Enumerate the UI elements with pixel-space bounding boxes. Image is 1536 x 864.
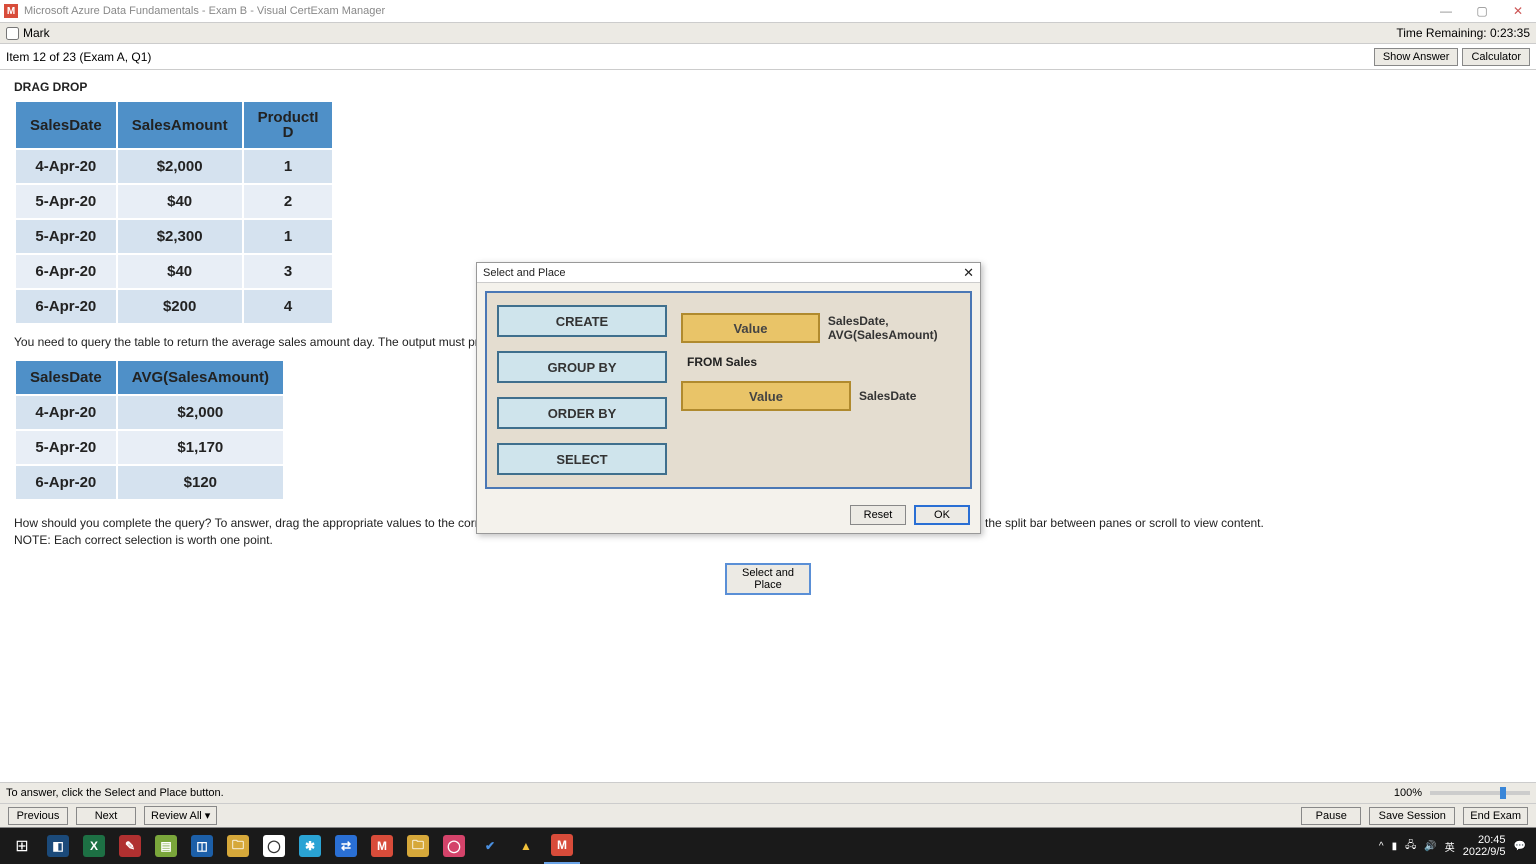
table-row: 5-Apr-20$2,3001 xyxy=(15,219,333,254)
time-remaining: Time Remaining: 0:23:35 xyxy=(1396,26,1530,40)
table-row: 4-Apr-20$2,000 xyxy=(15,395,284,430)
target-text-1: SalesDate, AVG(SalesAmount) xyxy=(828,314,969,342)
folder-icon[interactable]: 🗀 xyxy=(400,828,436,864)
app-icon-blue[interactable]: ◫ xyxy=(184,828,220,864)
hint-bar: To answer, click the Select and Place bu… xyxy=(0,782,1536,804)
target-column: Value SalesDate, AVG(SalesAmount) FROM S… xyxy=(681,305,969,475)
titlebar: M Microsoft Azure Data Fundamentals - Ex… xyxy=(0,0,1536,22)
app-icon-yellow[interactable]: ▲ xyxy=(508,828,544,864)
chrome-icon[interactable]: ◯ xyxy=(256,828,292,864)
system-tray: ^ ▮ 🖧 🔊 英 20:45 2022/9/5 💬 xyxy=(1379,834,1532,858)
drop-target-1[interactable]: Value xyxy=(681,313,820,343)
review-all-button[interactable]: Review All ▾ xyxy=(144,806,217,825)
source-create[interactable]: CREATE xyxy=(497,305,667,337)
next-button[interactable]: Next xyxy=(76,807,136,825)
battery-icon[interactable]: ▮ xyxy=(1392,841,1398,852)
start-icon[interactable]: ⊞ xyxy=(4,828,40,864)
col-productid: ProductID xyxy=(243,101,334,149)
tray-chevron-icon[interactable]: ^ xyxy=(1379,841,1384,852)
table-row: 5-Apr-20$1,170 xyxy=(15,430,284,465)
previous-button[interactable]: Previous xyxy=(8,807,68,825)
mark-bar: Mark Time Remaining: 0:23:35 xyxy=(0,22,1536,44)
notifications-icon[interactable]: 💬 xyxy=(1514,841,1526,852)
mark-label: Mark xyxy=(23,26,50,40)
app-icon: M xyxy=(4,4,18,18)
table-row: 6-Apr-20$2004 xyxy=(15,289,333,324)
excel-icon[interactable]: X xyxy=(76,828,112,864)
mark-checkbox[interactable] xyxy=(6,27,19,40)
sales-table: SalesDate SalesAmount ProductID 4-Apr-20… xyxy=(14,100,334,325)
table-row: 4-Apr-20$2,0001 xyxy=(15,149,333,184)
dialog-title: Select and Place xyxy=(483,267,566,279)
col-salesamount: SalesAmount xyxy=(117,101,243,149)
ime-indicator[interactable]: 英 xyxy=(1445,839,1455,854)
col-salesdate: SalesDate xyxy=(15,101,117,149)
drop-target-2[interactable]: Value xyxy=(681,381,851,411)
table-row: 6-Apr-20$403 xyxy=(15,254,333,289)
window-controls: — ▢ ✕ xyxy=(1428,4,1536,18)
reset-button[interactable]: Reset xyxy=(850,505,906,525)
vce-icon[interactable]: M xyxy=(364,828,400,864)
clock[interactable]: 20:45 2022/9/5 xyxy=(1463,834,1506,858)
notepad-icon[interactable]: ▤ xyxy=(148,828,184,864)
dialog-close-icon[interactable]: ✕ xyxy=(963,265,974,281)
taskbar: ⊞ ◧ X ✎ ▤ ◫ 🗀 ◯ ✱ ⇄ M 🗀 ◯ ✔ ▲ M ^ ▮ 🖧 🔊 … xyxy=(0,828,1536,864)
zoom-level: 100% xyxy=(1394,787,1422,799)
table-row: 5-Apr-20$402 xyxy=(15,184,333,219)
show-answer-button[interactable]: Show Answer xyxy=(1374,48,1459,66)
source-select[interactable]: SELECT xyxy=(497,443,667,475)
source-orderby[interactable]: ORDER BY xyxy=(497,397,667,429)
content-area: DRAG DROP SalesDate SalesAmount ProductI… xyxy=(0,70,1536,770)
col-avg: AVG(SalesAmount) xyxy=(117,360,284,395)
check-icon[interactable]: ✔ xyxy=(472,828,508,864)
calculator-button[interactable]: Calculator xyxy=(1462,48,1530,66)
ok-button[interactable]: OK xyxy=(914,505,970,525)
item-row: Item 12 of 23 (Exam A, Q1) Show Answer C… xyxy=(0,44,1536,70)
app-icon-blue2[interactable]: ⇄ xyxy=(328,828,364,864)
app-icon-red[interactable]: ✎ xyxy=(112,828,148,864)
close-icon[interactable]: ✕ xyxy=(1500,4,1536,18)
target-text-2: SalesDate xyxy=(859,389,916,403)
vce-icon-active[interactable]: M xyxy=(544,828,580,864)
item-label: Item 12 of 23 (Exam A, Q1) xyxy=(6,50,151,64)
table-row: 6-Apr-20$120 xyxy=(15,465,284,500)
zoom-slider[interactable] xyxy=(1430,791,1530,795)
source-column: CREATE GROUP BY ORDER BY SELECT xyxy=(497,305,667,475)
pause-button[interactable]: Pause xyxy=(1301,807,1361,825)
network-icon[interactable]: 🖧 xyxy=(1405,838,1416,855)
select-and-place-dialog: Select and Place ✕ CREATE GROUP BY ORDER… xyxy=(476,262,981,534)
col-salesdate: SalesDate xyxy=(15,360,117,395)
app-icon-pink[interactable]: ◯ xyxy=(436,828,472,864)
minimize-icon[interactable]: — xyxy=(1428,4,1464,18)
result-table: SalesDate AVG(SalesAmount) 4-Apr-20$2,00… xyxy=(14,359,285,501)
app-icon-cyan[interactable]: ✱ xyxy=(292,828,328,864)
dialog-titlebar: Select and Place ✕ xyxy=(477,263,980,283)
window-title: Microsoft Azure Data Fundamentals - Exam… xyxy=(24,5,385,17)
question-type: DRAG DROP xyxy=(14,80,1522,94)
volume-icon[interactable]: 🔊 xyxy=(1424,841,1436,852)
end-exam-button[interactable]: End Exam xyxy=(1463,807,1528,825)
from-clause: FROM Sales xyxy=(681,355,969,369)
taskview-icon[interactable]: ◧ xyxy=(40,828,76,864)
source-groupby[interactable]: GROUP BY xyxy=(497,351,667,383)
nav-bar: Previous Next Review All ▾ Pause Save Se… xyxy=(0,804,1536,828)
explorer-icon[interactable]: 🗀 xyxy=(220,828,256,864)
hint-text: To answer, click the Select and Place bu… xyxy=(6,787,224,799)
maximize-icon[interactable]: ▢ xyxy=(1464,4,1500,18)
save-session-button[interactable]: Save Session xyxy=(1369,807,1455,825)
select-and-place-button[interactable]: Select and Place xyxy=(725,563,811,595)
